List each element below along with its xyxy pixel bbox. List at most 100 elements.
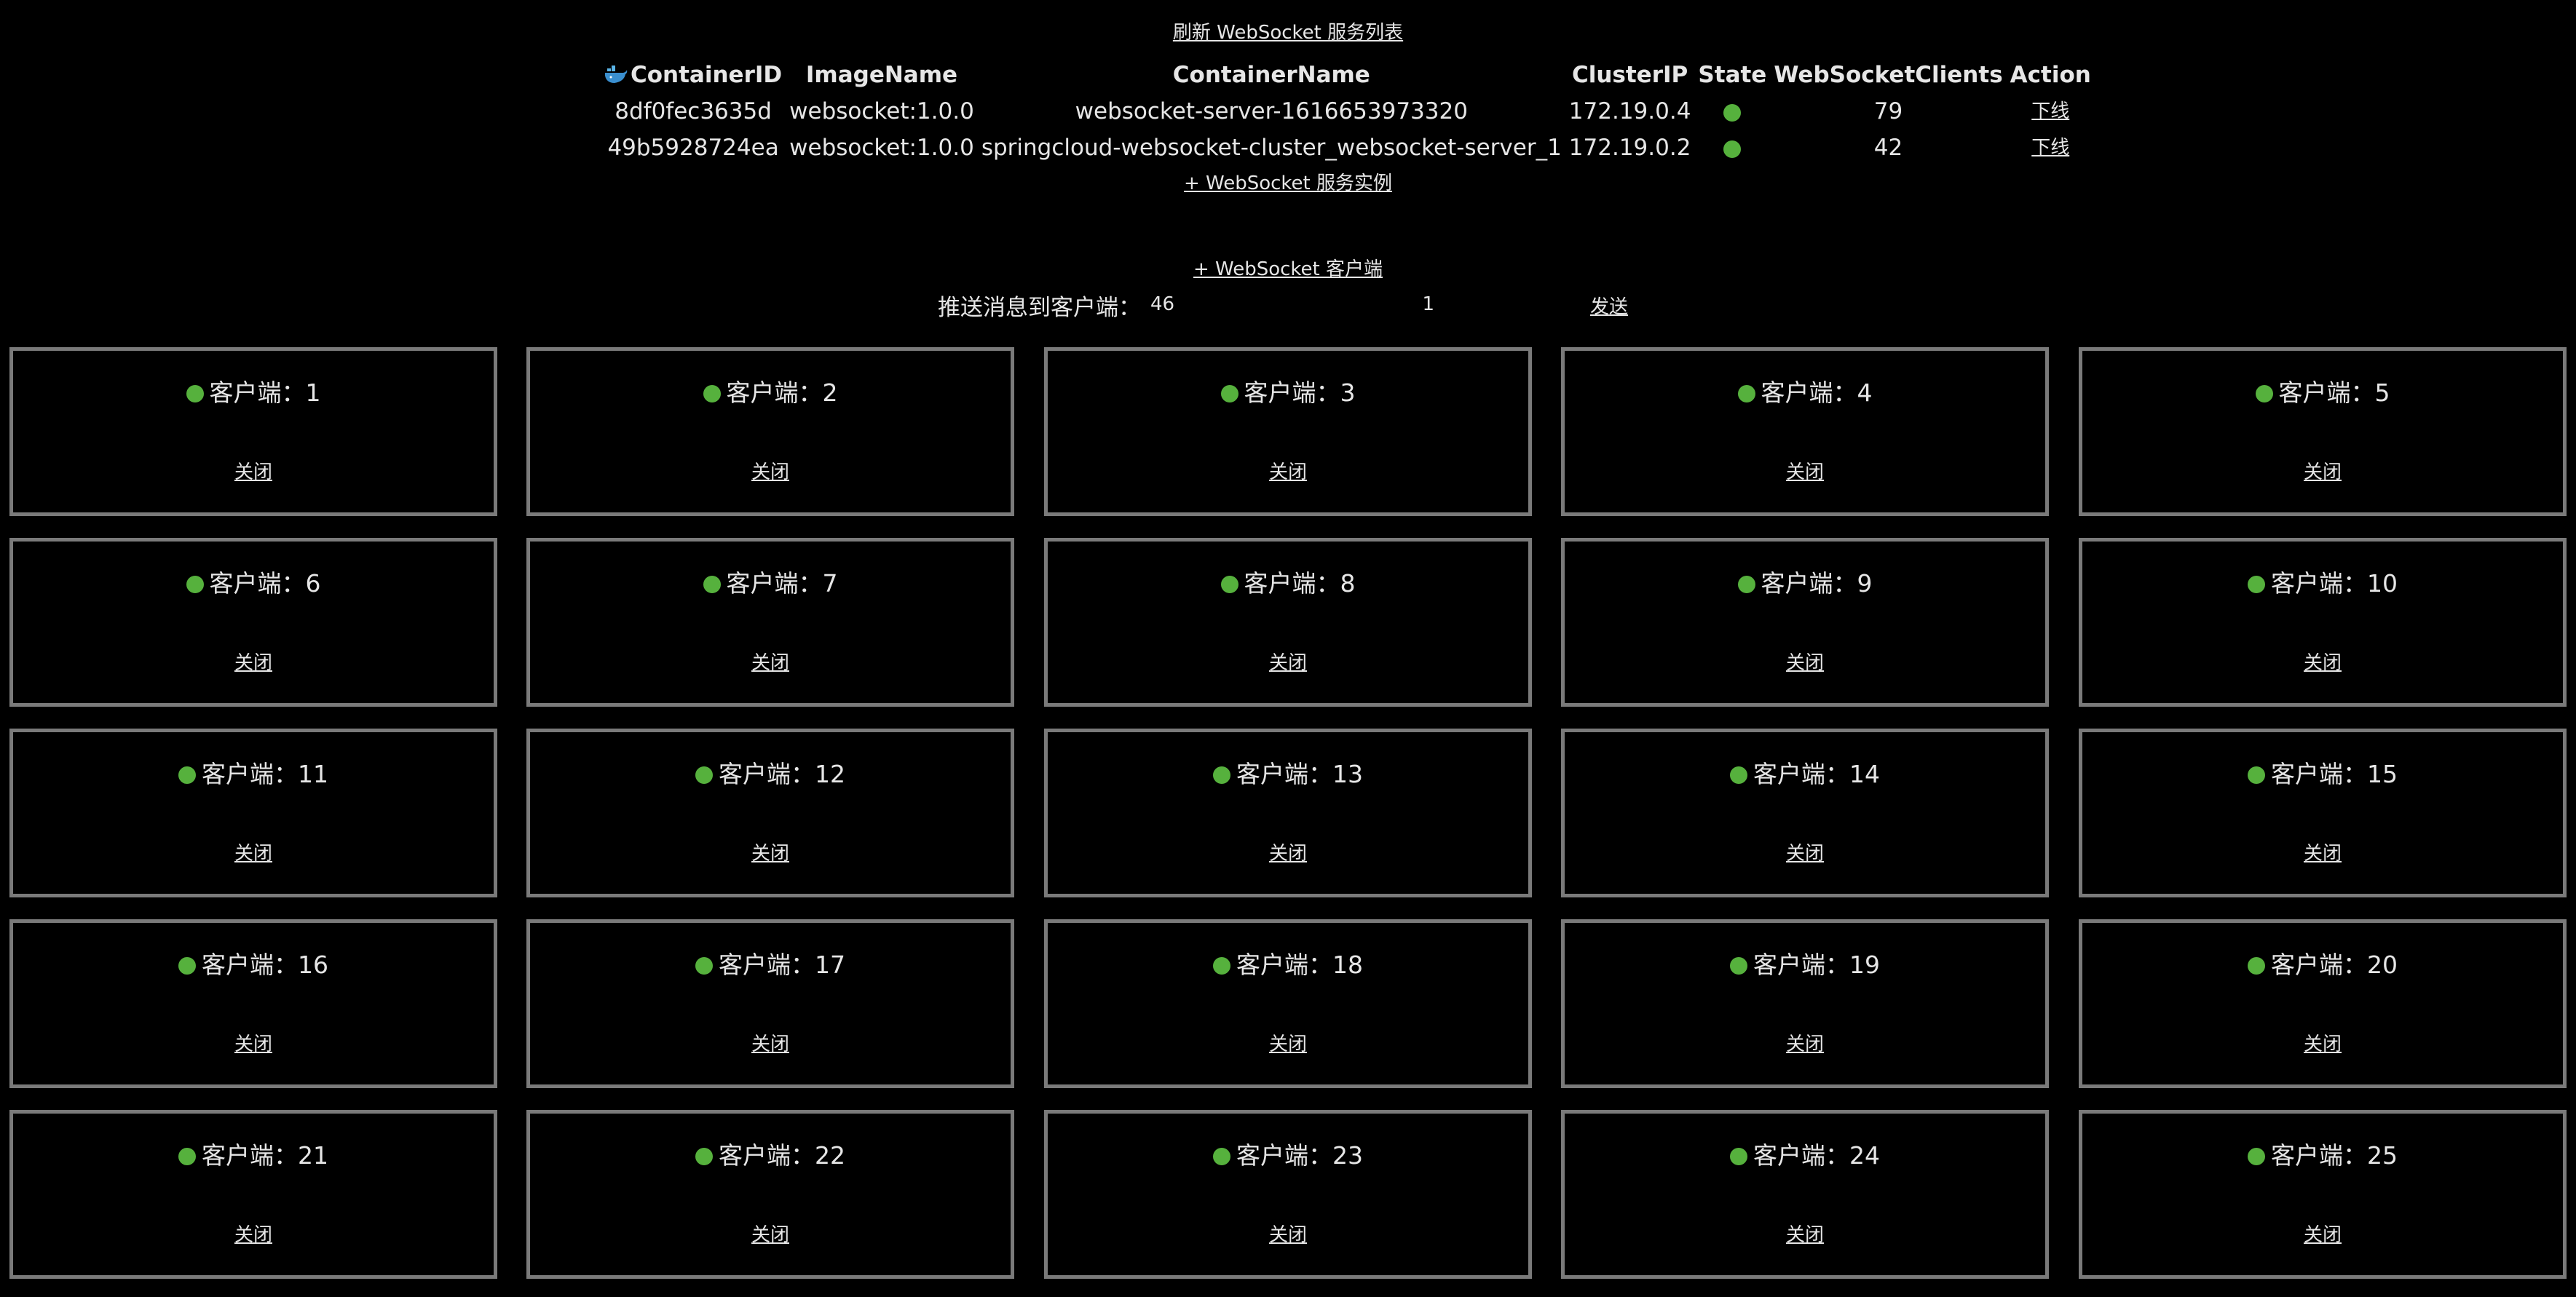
client-title: 客户端：15 (2082, 759, 2563, 790)
client-title: 客户端：14 (1565, 759, 2045, 790)
client-title: 客户端：23 (1048, 1141, 1528, 1171)
state-cell (1694, 93, 1770, 130)
client-card: 客户端：22 关闭 (526, 1110, 1014, 1279)
client-title-label: 客户端：8 (1244, 569, 1356, 598)
client-title-label: 客户端：15 (2271, 760, 2398, 788)
client-title-label: 客户端：22 (719, 1141, 845, 1170)
client-title-label: 客户端：7 (726, 569, 838, 598)
client-close-link[interactable]: 关闭 (2304, 461, 2342, 483)
client-card: 客户端：18 关闭 (1044, 919, 1532, 1088)
offline-link[interactable]: 下线 (2031, 100, 2069, 122)
client-close-link[interactable]: 关闭 (234, 1224, 272, 1246)
status-dot-icon (703, 576, 721, 593)
client-close-link[interactable]: 关闭 (751, 1224, 789, 1246)
column-label: ContainerID (631, 62, 783, 88)
column-header-container-id: ContainerID (601, 57, 786, 93)
client-close-link[interactable]: 关闭 (1786, 1034, 1824, 1055)
client-close-row: 关闭 (1048, 1032, 1528, 1057)
client-close-link[interactable]: 关闭 (2304, 652, 2342, 674)
container-id-cell: 8df0fec3635d (615, 98, 772, 124)
status-dot-icon (178, 766, 196, 784)
client-title-label: 客户端：1 (209, 378, 321, 407)
client-title: 客户端：18 (1048, 950, 1528, 980)
client-close-link[interactable]: 关闭 (1786, 1224, 1824, 1246)
client-title: 客户端：13 (1048, 759, 1528, 790)
client-close-link[interactable]: 关闭 (1269, 1034, 1307, 1055)
client-title: 客户端：9 (1565, 568, 2045, 599)
client-close-row: 关闭 (1048, 841, 1528, 866)
status-dot-icon (186, 576, 204, 593)
client-close-link[interactable]: 关闭 (751, 1034, 789, 1055)
column-header-websocket-clients: WebSocketClients (1774, 62, 2003, 88)
client-close-link[interactable]: 关闭 (1269, 652, 1307, 674)
client-title-label: 客户端：12 (719, 760, 845, 788)
status-dot-icon (1220, 576, 1238, 593)
client-close-link[interactable]: 关闭 (751, 461, 789, 483)
send-button[interactable]: 发送 (1590, 292, 1628, 319)
client-card: 客户端：11 关闭 (9, 729, 497, 897)
status-dot-icon (1213, 766, 1230, 784)
client-close-link[interactable]: 关闭 (1269, 461, 1307, 483)
client-close-row: 关闭 (1048, 460, 1528, 485)
client-close-row: 关闭 (1565, 1223, 2045, 1248)
client-title-label: 客户端：18 (1236, 951, 1363, 979)
status-dot-icon (2248, 957, 2265, 975)
client-close-link[interactable]: 关闭 (234, 461, 272, 483)
client-title: 客户端：3 (1048, 378, 1528, 408)
refresh-service-list-row: 刷新 WebSocket 服务列表 (0, 20, 2576, 45)
client-close-link[interactable]: 关闭 (234, 1034, 272, 1055)
add-service-instance-link[interactable]: + WebSocket 服务实例 (1184, 172, 1392, 194)
client-close-link[interactable]: 关闭 (1786, 843, 1824, 865)
client-close-link[interactable]: 关闭 (1269, 1224, 1307, 1246)
client-card: 客户端：25 关闭 (2079, 1110, 2567, 1279)
client-close-row: 关闭 (530, 841, 1011, 866)
add-client-link[interactable]: + WebSocket 客户端 (1193, 258, 1383, 280)
client-close-link[interactable]: 关闭 (751, 652, 789, 674)
client-close-row: 关闭 (530, 1032, 1011, 1057)
client-close-link[interactable]: 关闭 (1786, 652, 1824, 674)
client-close-row: 关闭 (2082, 1032, 2563, 1057)
client-title-label: 客户端：24 (1753, 1141, 1880, 1170)
client-close-link[interactable]: 关闭 (234, 652, 272, 674)
add-service-instance-row: + WebSocket 服务实例 (0, 171, 2576, 196)
status-dot-icon (1723, 103, 1742, 122)
client-close-row: 关闭 (13, 651, 494, 675)
client-close-row: 关闭 (13, 1223, 494, 1248)
status-dot-icon (2248, 766, 2265, 784)
column-header-container-name: ContainerName (1172, 62, 1370, 88)
client-title-label: 客户端：4 (1761, 378, 1873, 407)
state-cell (1694, 130, 1770, 166)
client-title: 客户端：22 (530, 1141, 1011, 1171)
client-card: 客户端：10 关闭 (2079, 538, 2567, 707)
client-close-link[interactable]: 关闭 (1786, 461, 1824, 483)
client-close-link[interactable]: 关闭 (234, 843, 272, 865)
client-close-link[interactable]: 关闭 (2304, 843, 2342, 865)
client-title-label: 客户端：10 (2271, 569, 2398, 598)
image-name-cell: websocket:1.0.0 (789, 98, 974, 124)
client-close-link[interactable]: 关闭 (751, 843, 789, 865)
offline-link[interactable]: 下线 (2031, 137, 2069, 159)
cluster-ip-cell: 172.19.0.4 (1568, 98, 1691, 124)
client-title-label: 客户端：17 (719, 951, 845, 979)
image-name-cell: websocket:1.0.0 (789, 135, 974, 161)
status-dot-icon (695, 957, 713, 975)
client-title-label: 客户端：16 (202, 951, 328, 979)
push-message-input[interactable] (1311, 290, 1434, 319)
client-card: 客户端：9 关闭 (1561, 538, 2049, 707)
status-dot-icon (2248, 576, 2265, 593)
container-id-cell: 49b5928724ea (607, 135, 779, 161)
client-close-link[interactable]: 关闭 (2304, 1034, 2342, 1055)
client-close-link[interactable]: 关闭 (1269, 843, 1307, 865)
client-card: 客户端：8 关闭 (1044, 538, 1532, 707)
status-dot-icon (1213, 1148, 1230, 1165)
refresh-service-list-link[interactable]: 刷新 WebSocket 服务列表 (1173, 22, 1403, 44)
client-card: 客户端：2 关闭 (526, 347, 1014, 516)
status-dot-icon (186, 385, 204, 402)
status-dot-icon (1213, 957, 1230, 975)
client-title: 客户端：8 (1048, 568, 1528, 599)
client-close-link[interactable]: 关闭 (2304, 1224, 2342, 1246)
push-client-input[interactable] (1150, 290, 1296, 319)
status-dot-icon (1737, 576, 1755, 593)
status-dot-icon (178, 1148, 196, 1165)
client-title-label: 客户端：11 (202, 760, 328, 788)
